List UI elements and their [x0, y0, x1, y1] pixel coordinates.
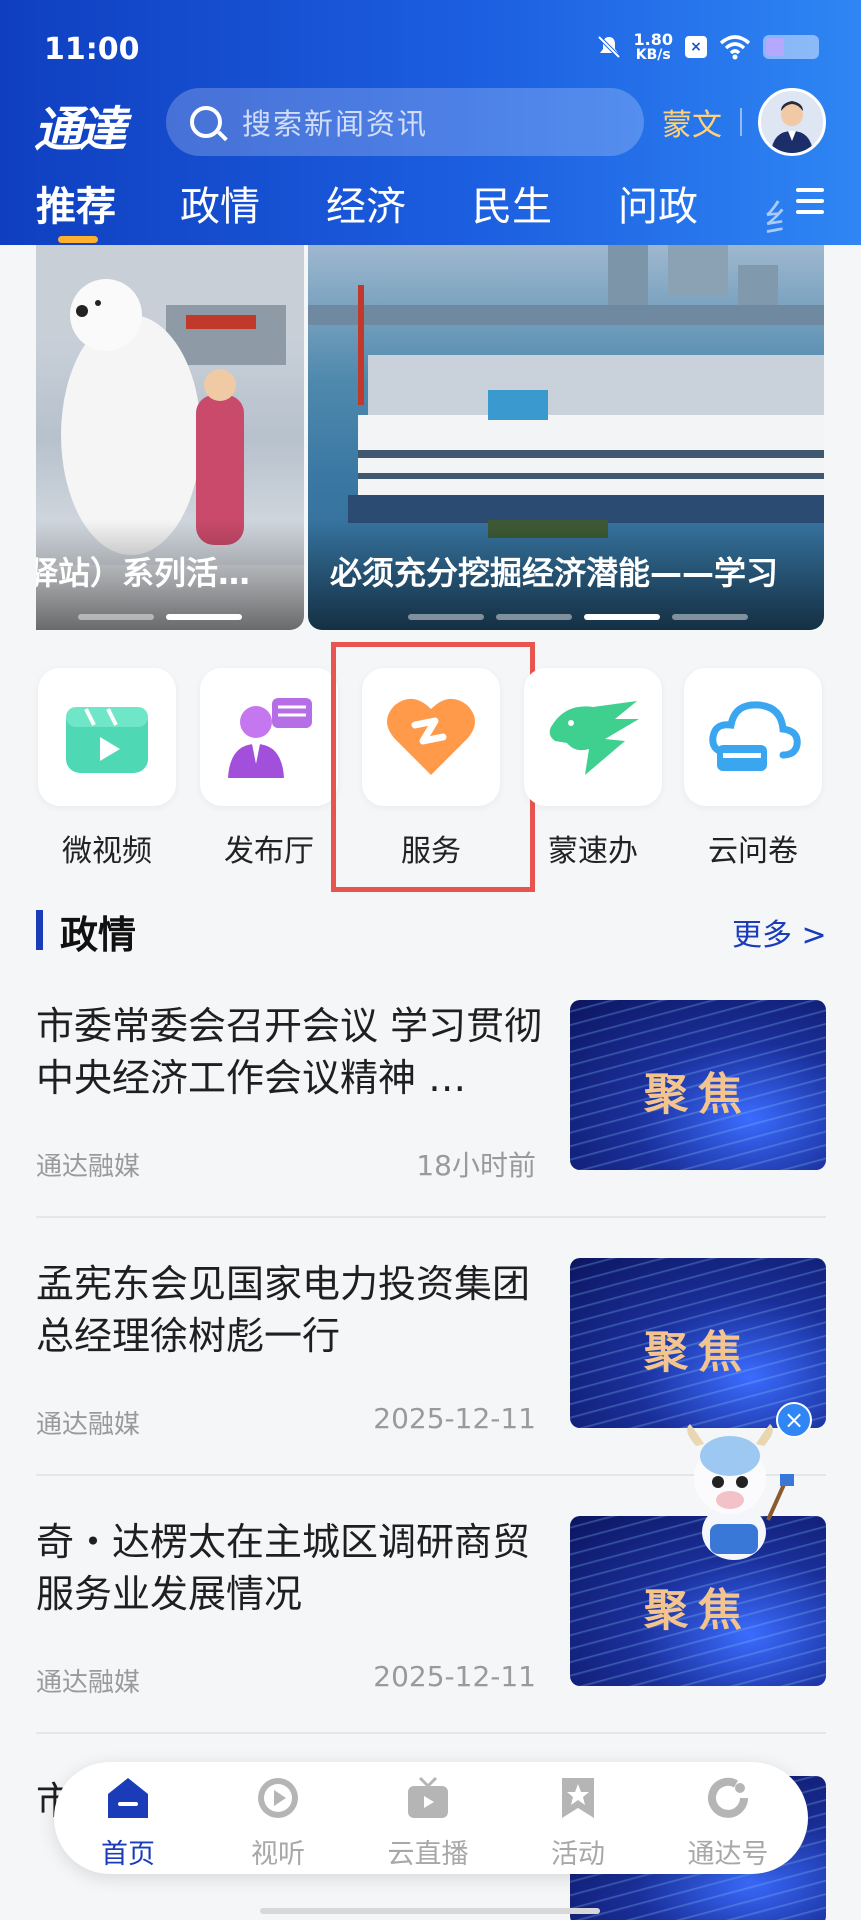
news-title: 奇・达楞太在主城区调研商贸服务业发展情况: [36, 1520, 531, 1616]
status-time: 11:00: [44, 32, 140, 67]
service-tile: [524, 668, 662, 806]
section-marker: [36, 910, 43, 950]
horse-icon: [549, 701, 639, 775]
mascot-icon[interactable]: [668, 1420, 798, 1570]
news-time: 2025-12-11: [373, 1402, 536, 1435]
net-speed-unit: KB/s: [635, 47, 671, 63]
refresh-icon: [708, 1777, 748, 1818]
avatar[interactable]: [758, 88, 826, 156]
service-tile: [38, 668, 176, 806]
close-icon[interactable]: ×: [776, 1402, 812, 1438]
status-bar: 11:00 1.80 KB/s ×: [0, 0, 861, 90]
carousel-caption: 必须充分挖掘经济潜能——学习: [330, 554, 779, 592]
nav-activities[interactable]: 活动: [518, 1776, 638, 1871]
tab-livelihood[interactable]: 民生: [472, 174, 552, 232]
nav-cloud-live[interactable]: 云直播: [368, 1776, 488, 1871]
news-thumbnail: 聚焦: [570, 1000, 826, 1170]
status-icons: 1.80 KB/s ×: [596, 32, 819, 62]
bottom-nav: 首页 视听 云直播 活动 通达号: [54, 1762, 808, 1874]
service-label: 云问卷: [708, 834, 798, 869]
service-micro-video[interactable]: 微视频: [38, 668, 176, 870]
carousel-dots: [78, 614, 242, 620]
header-divider: [740, 108, 742, 136]
home-icon: [108, 1778, 148, 1818]
news-item[interactable]: 孟宪东会见国家电力投资集团总经理徐树彪一行 通达融媒 2025-12-11 聚焦: [36, 1258, 826, 1440]
play-icon: [258, 1778, 298, 1818]
service-label: 发布厅: [224, 834, 314, 869]
star-bookmark-icon: [562, 1778, 594, 1818]
app-header: 11:00 1.80 KB/s × 通達 搜索新闻资讯 蒙文 推荐 政情 经济 …: [0, 0, 861, 245]
service-press-hall[interactable]: 发布厅: [200, 668, 338, 870]
thumbnail-text: 聚焦: [644, 1069, 752, 1120]
section-title: 政情: [60, 913, 137, 957]
carousel-caption: 驿站）系列活…: [36, 554, 251, 592]
service-label: 微视频: [62, 834, 152, 869]
nav-label: 首页: [101, 1839, 155, 1870]
category-tabs: 推荐 政情 经济 民生 问政 纟: [0, 170, 861, 245]
service-tile: [200, 668, 338, 806]
news-time: 18小时前: [416, 1149, 536, 1182]
nav-tongda-account[interactable]: 通达号: [668, 1776, 788, 1871]
highlight-box: [331, 642, 535, 892]
home-indicator: [260, 1908, 600, 1914]
tab-recommend[interactable]: 推荐: [36, 174, 116, 232]
tv-icon: [408, 1776, 448, 1818]
nav-home[interactable]: 首页: [68, 1776, 188, 1871]
tab-inquiry[interactable]: 问政: [618, 174, 698, 232]
search-icon: [190, 106, 222, 138]
tab-economy[interactable]: 经济: [326, 174, 406, 232]
user-avatar-icon: [761, 91, 823, 153]
news-title: 孟宪东会见国家电力投资集团总经理徐树彪一行: [36, 1262, 531, 1358]
spokesperson-icon: [228, 698, 312, 778]
thumbnail-text: 聚焦: [644, 1585, 752, 1636]
divider: [36, 1216, 826, 1218]
video-clapper-icon: [66, 707, 148, 773]
app-logo[interactable]: 通達: [34, 90, 152, 158]
service-label: 蒙速办: [548, 834, 638, 869]
menu-icon[interactable]: [796, 188, 824, 214]
service-tile: [684, 668, 822, 806]
thumbnail-text: 聚焦: [644, 1327, 752, 1378]
nav-label: 云直播: [387, 1839, 469, 1870]
tab-politics[interactable]: 政情: [180, 174, 260, 232]
news-title: 市委常委会召开会议 学习贯彻中央经济工作会议精神 …: [36, 1004, 543, 1100]
search-placeholder: 搜索新闻资讯: [242, 107, 429, 141]
carousel-slide[interactable]: 驿站）系列活…: [36, 245, 304, 630]
news-item[interactable]: 市委常委会召开会议 学习贯彻中央经济工作会议精神 … 通达融媒 18小时前 聚焦: [36, 1000, 826, 1182]
active-tab-indicator: [58, 236, 98, 243]
news-time: 2025-12-11: [373, 1660, 536, 1693]
nav-label: 活动: [551, 1839, 605, 1870]
cloud-book-icon: [709, 701, 801, 771]
net-speed: 1.80 KB/s: [633, 30, 673, 63]
divider: [36, 1732, 826, 1734]
net-speed-value: 1.80: [633, 30, 673, 49]
carousel-slide-active[interactable]: 必须充分挖掘经济潜能——学习: [308, 245, 824, 630]
nav-label: 通达号: [687, 1839, 769, 1870]
news-source: 通达融媒: [36, 1152, 141, 1182]
carousel-dots: [408, 614, 748, 620]
service-meng-su-ban[interactable]: 蒙速办: [524, 668, 662, 870]
language-switch-button[interactable]: 蒙文: [662, 100, 722, 144]
service-cloud-survey[interactable]: 云问卷: [684, 668, 822, 870]
search-bar[interactable]: 搜索新闻资讯: [166, 88, 644, 156]
news-source: 通达融媒: [36, 1668, 141, 1698]
more-link[interactable]: 更多 >: [732, 910, 827, 954]
sim-icon: ×: [685, 36, 707, 58]
news-source: 通达融媒: [36, 1410, 141, 1440]
nav-watch-listen[interactable]: 视听: [218, 1776, 338, 1871]
wifi-icon: [719, 35, 751, 60]
mute-icon: [597, 35, 620, 59]
nav-label: 视听: [251, 1839, 305, 1870]
battery-icon: [763, 35, 819, 59]
